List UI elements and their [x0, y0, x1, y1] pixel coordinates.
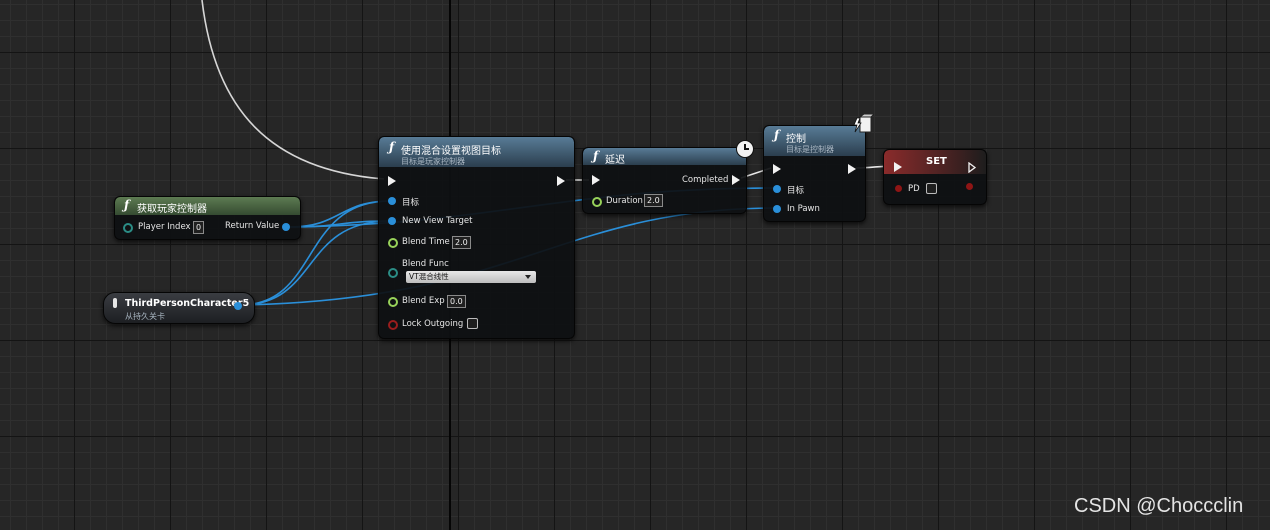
exec-in-pin[interactable] — [592, 175, 600, 185]
target-pin[interactable] — [388, 197, 396, 205]
exec-out-pin[interactable] — [848, 164, 856, 174]
player-index-pin[interactable] — [123, 223, 133, 233]
blend-func-label: Blend Func — [402, 259, 449, 269]
pd-output-pin[interactable] — [966, 183, 973, 190]
blend-func-pin[interactable] — [388, 268, 398, 278]
node-title: SET — [926, 156, 947, 167]
target-pin[interactable] — [773, 185, 781, 193]
wires-layer — [201, 0, 894, 306]
exec-in-pin[interactable] — [773, 164, 781, 174]
node-title: ThirdPersonCharacter5 — [125, 298, 250, 309]
duration-pin[interactable] — [592, 197, 602, 207]
node-header: ƒ 使用混合设置视图目标 目标是玩家控制器 — [379, 137, 574, 167]
target-label: 目标 — [402, 198, 420, 208]
node-subtitle: 从持久关卡 — [125, 312, 165, 321]
node-get-player-controller[interactable]: ƒ 获取玩家控制器 Player Index 0 Return Value — [114, 196, 301, 240]
node-title: 延迟 — [605, 155, 625, 166]
in-pawn-pin[interactable] — [773, 205, 781, 213]
blend-exp-pin[interactable] — [388, 297, 398, 307]
player-index-label: Player Index — [138, 222, 191, 232]
pd-pin[interactable] — [895, 185, 902, 192]
pd-label: PD — [908, 184, 920, 194]
blend-func-dropdown[interactable]: VT混合线性 — [406, 271, 536, 283]
function-icon: ƒ — [593, 149, 599, 163]
exec-in-pin[interactable] — [388, 176, 396, 186]
node-actor-reference[interactable]: ThirdPersonCharacter5 从持久关卡 — [103, 292, 255, 324]
completed-label: Completed — [682, 175, 729, 185]
exec-out-pin[interactable] — [968, 162, 976, 173]
blend-exp-label: Blend Exp — [402, 296, 445, 306]
blend-time-pin[interactable] — [388, 238, 398, 248]
node-header: ƒ 延迟 — [583, 148, 746, 166]
node-delay[interactable]: ƒ 延迟 Completed Duration 2.0 — [582, 147, 747, 214]
node-header: ƒ 控制 目标是控制器 — [764, 126, 865, 156]
clock-icon — [736, 140, 754, 158]
function-icon: ƒ — [774, 128, 780, 142]
watermark: CSDN @Choccclin — [1074, 495, 1244, 517]
target-label: 目标 — [787, 186, 805, 196]
node-title: 获取玩家控制器 — [137, 204, 207, 215]
actor-output-pin[interactable] — [234, 302, 242, 310]
exec-wire-incoming — [201, 0, 385, 180]
pawn-icon — [113, 298, 117, 308]
duration-label: Duration — [606, 196, 643, 206]
blend-time-label: Blend Time — [402, 237, 450, 247]
lightning-icon — [852, 113, 876, 136]
return-value-pin[interactable] — [282, 223, 290, 231]
completed-exec-pin[interactable] — [732, 175, 740, 185]
pd-checkbox[interactable] — [926, 183, 937, 194]
duration-input[interactable]: 2.0 — [644, 194, 663, 207]
blend-time-input[interactable]: 2.0 — [452, 236, 471, 249]
in-pawn-label: In Pawn — [787, 204, 820, 214]
exec-in-pin[interactable] — [894, 162, 902, 172]
node-subtitle: 目标是玩家控制器 — [401, 157, 465, 166]
node-set-variable[interactable]: SET PD — [883, 149, 987, 205]
node-title: 控制 — [786, 134, 806, 145]
function-icon: ƒ — [389, 140, 395, 154]
node-set-view-target-with-blend[interactable]: ƒ 使用混合设置视图目标 目标是玩家控制器 目标 New View Target… — [378, 136, 575, 339]
player-index-input[interactable]: 0 — [193, 221, 205, 234]
blend-exp-input[interactable]: 0.0 — [447, 295, 466, 308]
return-value-label: Return Value — [225, 221, 280, 231]
lock-outgoing-checkbox[interactable] — [467, 318, 478, 329]
function-icon: ƒ — [124, 198, 130, 212]
blend-func-value: VT混合线性 — [409, 272, 449, 281]
node-header: ƒ 获取玩家控制器 — [115, 197, 300, 215]
new-view-target-label: New View Target — [402, 216, 473, 226]
node-possess[interactable]: ƒ 控制 目标是控制器 目标 In Pawn — [763, 125, 866, 222]
node-subtitle: 目标是控制器 — [786, 145, 834, 154]
new-view-target-pin[interactable] — [388, 217, 396, 225]
dropdown-arrow-icon — [525, 275, 531, 279]
lock-outgoing-pin[interactable] — [388, 320, 398, 330]
node-title: 使用混合设置视图目标 — [401, 146, 501, 157]
exec-out-pin[interactable] — [557, 176, 565, 186]
lock-outgoing-label: Lock Outgoing — [402, 319, 464, 329]
